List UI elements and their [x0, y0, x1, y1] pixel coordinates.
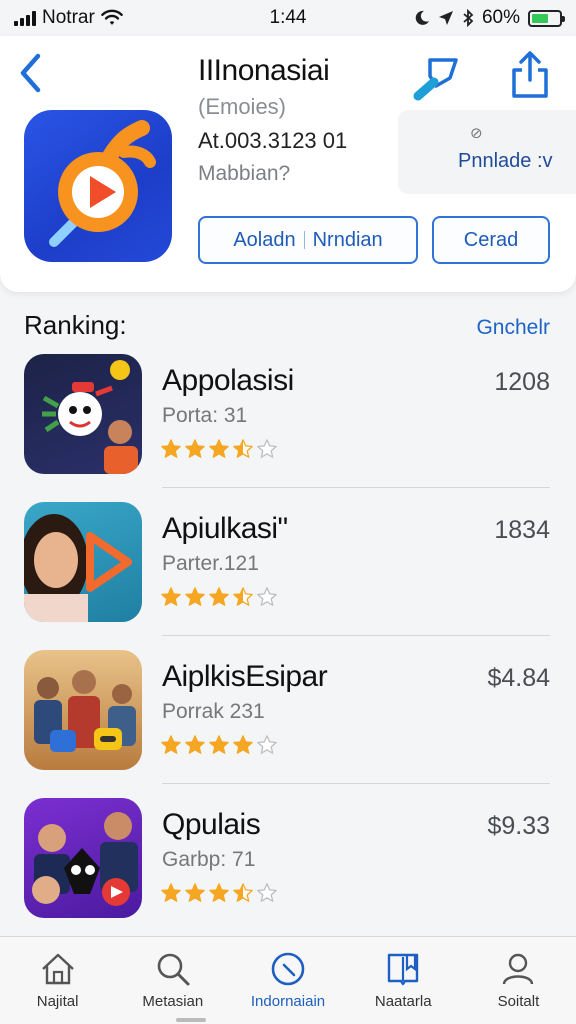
app-thumbnail: [24, 502, 142, 622]
app-thumbnail: [24, 798, 142, 918]
item-title: Qpulais: [162, 808, 261, 841]
app-thumbnail: [24, 354, 142, 474]
item-subtitle: Porrak 231: [162, 700, 265, 723]
star-half-icon: [233, 439, 253, 458]
bluetooth-icon: [463, 9, 474, 27]
ranking-list: Appolasisi Porta: 31 1208 Apiulkasi" Par…: [0, 340, 576, 932]
ranking-title: Ranking:: [24, 310, 127, 340]
star-filled-icon: [233, 735, 253, 754]
star-empty-icon: [257, 883, 277, 902]
item-price: $4.84: [487, 664, 550, 692]
location-icon: [438, 11, 453, 25]
star-filled-icon: [161, 439, 181, 458]
tab-book[interactable]: Naatarla: [346, 937, 461, 1024]
wifi-icon: [100, 9, 123, 25]
app-name: IIInonasiai: [198, 54, 330, 87]
rating-stars: [160, 586, 278, 608]
status-time: 1:44: [269, 7, 307, 28]
status-right: 60%: [414, 7, 565, 29]
rating-stars: [160, 734, 278, 756]
battery-percent: 60%: [481, 7, 520, 28]
tab-home[interactable]: Najital: [0, 937, 115, 1024]
home-indicator: [176, 1018, 206, 1022]
star-filled-icon: [209, 439, 229, 458]
segmented-buttons: Aoladn Nrndian: [198, 216, 418, 264]
star-filled-icon: [209, 735, 229, 754]
star-filled-icon: [185, 587, 205, 606]
item-title: Apiulkasi": [162, 512, 288, 545]
item-count: 1208: [494, 368, 550, 396]
signal-icon: [14, 10, 36, 26]
search-icon: [157, 953, 190, 986]
status-left: Notrar: [14, 7, 123, 29]
app-developer: Mabbian?: [198, 162, 291, 185]
item-title: Appolasisi: [162, 364, 294, 397]
tab-label: Metasian: [142, 993, 204, 1010]
battery-icon: [528, 9, 565, 27]
star-empty-icon: [257, 587, 277, 606]
share-icon[interactable]: [508, 50, 552, 102]
discover-icon: [271, 952, 305, 986]
tab-label: Indornaiain: [250, 993, 326, 1010]
carrier-label: Notrar: [42, 7, 95, 28]
side-info-panel[interactable]: ⊘ Pnnlade :v: [398, 110, 576, 194]
rating-stars: [160, 438, 278, 460]
star-filled-icon: [185, 883, 205, 902]
item-subtitle: Porta: 31: [162, 404, 248, 427]
status-bar: Notrar 1:44 60%: [0, 0, 576, 36]
person-icon: [503, 953, 534, 985]
moon-icon: [415, 10, 429, 25]
tab-search[interactable]: Metasian: [115, 937, 230, 1024]
ranking-item[interactable]: Qpulais Garbp: 71 $9.33: [0, 784, 576, 932]
tab-label: Najital: [36, 993, 79, 1010]
side-panel-mark: ⊘: [470, 125, 483, 142]
star-filled-icon: [209, 883, 229, 902]
star-filled-icon: [161, 587, 181, 606]
ranking-item[interactable]: Appolasisi Porta: 31 1208: [0, 340, 576, 488]
tab-label: Naatarla: [374, 993, 432, 1010]
star-filled-icon: [209, 587, 229, 606]
ranking-item[interactable]: Apiulkasi" Parter.121 1834: [0, 488, 576, 636]
tab-bar: Najital Metasian Indornaiain Naatarla So…: [0, 936, 576, 1024]
battery-fill: [532, 13, 548, 23]
paint-brush-icon[interactable]: [410, 52, 462, 104]
tab-profile[interactable]: Soitalt: [461, 937, 576, 1024]
nrndian-button[interactable]: Nrndian: [305, 229, 391, 252]
app-thumbnail: [24, 650, 142, 770]
book-icon: [388, 953, 419, 986]
item-count: 1834: [494, 516, 550, 544]
ranking-see-all-link[interactable]: Gnchelr: [476, 316, 550, 340]
star-filled-icon: [161, 883, 181, 902]
ranking-item[interactable]: AiplkisEsipar Porrak 231 $4.84: [0, 636, 576, 784]
item-subtitle: Parter.121: [162, 552, 259, 575]
star-half-icon: [233, 883, 253, 902]
app-subtitle: (Emoies): [198, 94, 287, 119]
item-price: $9.33: [487, 812, 550, 840]
rating-stars: [160, 882, 278, 904]
tab-discover[interactable]: Indornaiain: [230, 937, 345, 1024]
app-header-card: IIInonasiai (Emoies) At.003.3123 01 Mabb…: [0, 36, 576, 292]
app-icon: [24, 110, 172, 262]
star-filled-icon: [185, 735, 205, 754]
star-empty-icon: [257, 735, 277, 754]
side-panel-label: Pnnlade :v: [458, 150, 553, 172]
back-chevron-icon[interactable]: [16, 52, 46, 94]
aoladn-button[interactable]: Aoladn: [225, 229, 303, 252]
star-empty-icon: [257, 439, 277, 458]
home-icon: [41, 953, 74, 985]
star-filled-icon: [185, 439, 205, 458]
tab-label: Soitalt: [497, 993, 540, 1010]
item-subtitle: Garbp: 71: [162, 848, 256, 871]
app-play-icon: [49, 120, 156, 247]
star-half-icon: [233, 587, 253, 606]
item-title: AiplkisEsipar: [162, 660, 328, 693]
cerad-button[interactable]: Cerad: [432, 216, 550, 264]
star-filled-icon: [161, 735, 181, 754]
app-meta: At.003.3123 01: [198, 128, 348, 153]
